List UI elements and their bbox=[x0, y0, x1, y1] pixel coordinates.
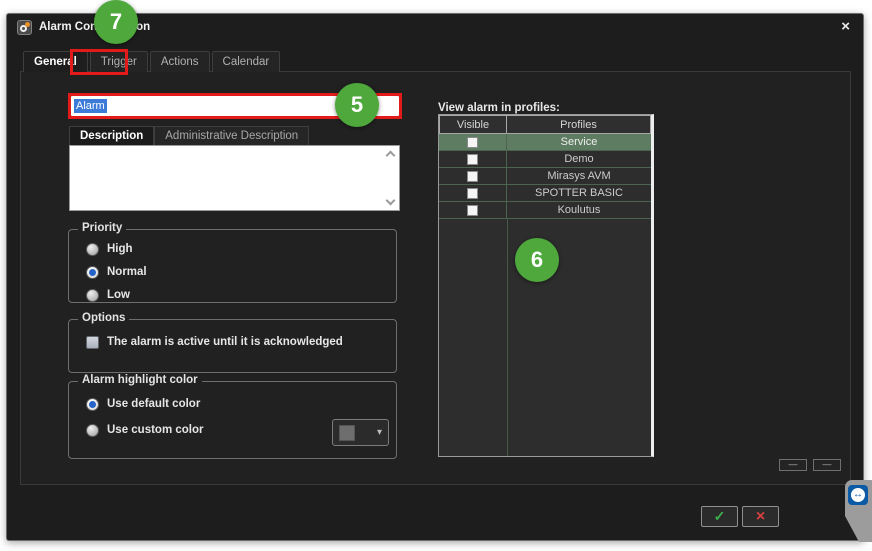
tab-general[interactable]: General bbox=[23, 51, 88, 72]
checkbox-alarm-active[interactable]: The alarm is active until it is acknowle… bbox=[86, 335, 343, 349]
check-icon: ✓ bbox=[714, 508, 726, 525]
double-arrow-icon: ↔ bbox=[851, 488, 865, 502]
radio-label: High bbox=[107, 243, 133, 255]
radio-label: Normal bbox=[107, 266, 147, 278]
gear-icon bbox=[17, 20, 32, 35]
small-button-2[interactable]: — bbox=[813, 459, 841, 471]
selected-text: Alarm bbox=[74, 99, 107, 113]
options-legend: Options bbox=[78, 312, 129, 324]
radio-icon[interactable] bbox=[86, 243, 99, 256]
radio-label: Low bbox=[107, 289, 130, 301]
checkbox-icon[interactable] bbox=[86, 336, 99, 349]
description-textarea[interactable] bbox=[69, 145, 400, 211]
tab-calendar[interactable]: Calendar bbox=[212, 51, 281, 72]
highlight-legend: Alarm highlight color bbox=[78, 374, 202, 386]
options-group: Options The alarm is active until it is … bbox=[68, 319, 397, 373]
color-swatch bbox=[339, 425, 355, 441]
cancel-button[interactable]: × bbox=[742, 506, 779, 527]
teamviewer-logo-icon: ↔ bbox=[848, 485, 868, 505]
annotation-badge-5: 5 bbox=[335, 83, 379, 127]
radio-label: Use custom color bbox=[107, 424, 204, 436]
profile-name: SPOTTER BASIC bbox=[507, 185, 651, 201]
radio-selected-icon[interactable] bbox=[86, 398, 99, 411]
visible-checkbox[interactable] bbox=[467, 137, 478, 148]
radio-priority-low[interactable]: Low bbox=[86, 288, 130, 302]
radio-label: Use default color bbox=[107, 398, 200, 410]
checkbox-label: The alarm is active until it is acknowle… bbox=[107, 336, 343, 348]
profile-name: Service bbox=[507, 134, 651, 150]
column-divider bbox=[507, 219, 508, 456]
custom-color-dropdown[interactable]: ▾ bbox=[332, 419, 389, 446]
tab-actions[interactable]: Actions bbox=[150, 51, 210, 72]
radio-priority-high[interactable]: High bbox=[86, 242, 133, 256]
radio-icon[interactable] bbox=[86, 424, 99, 437]
tab-trigger[interactable]: Trigger bbox=[90, 51, 148, 72]
alarm-configuration-dialog: Alarm Configuration × General Trigger Ac… bbox=[6, 13, 864, 541]
annotation-badge-7: 7 bbox=[94, 0, 138, 44]
tab-description[interactable]: Description bbox=[69, 126, 154, 145]
screenshot-page: Alarm Configuration × General Trigger Ac… bbox=[0, 0, 872, 551]
small-button-1[interactable]: — bbox=[779, 459, 807, 471]
chevron-down-icon: ▾ bbox=[377, 427, 382, 438]
visible-checkbox[interactable] bbox=[467, 205, 478, 216]
profile-name: Koulutus bbox=[507, 202, 651, 218]
visible-checkbox[interactable] bbox=[467, 171, 478, 182]
table-row-koulutus[interactable]: Koulutus bbox=[439, 202, 651, 219]
table-row-mirasys-avm[interactable]: Mirasys AVM bbox=[439, 168, 651, 185]
column-header-visible: Visible bbox=[439, 115, 507, 134]
profiles-table-header: Visible Profiles bbox=[439, 115, 651, 134]
visible-checkbox[interactable] bbox=[467, 154, 478, 165]
close-icon[interactable]: × bbox=[841, 19, 850, 34]
tab-administrative-description[interactable]: Administrative Description bbox=[154, 126, 309, 145]
description-tab-bar: Description Administrative Description bbox=[69, 126, 309, 145]
column-header-profiles: Profiles bbox=[506, 115, 651, 134]
radio-default-color[interactable]: Use default color bbox=[86, 397, 200, 411]
annotation-badge-6: 6 bbox=[515, 238, 559, 282]
radio-selected-icon[interactable] bbox=[86, 266, 99, 279]
table-row-spotter-basic[interactable]: SPOTTER BASIC bbox=[439, 185, 651, 202]
confirm-button[interactable]: ✓ bbox=[701, 506, 738, 527]
main-tab-bar: General Trigger Actions Calendar bbox=[23, 51, 280, 72]
profiles-label: View alarm in profiles: bbox=[438, 102, 560, 114]
orange-dot-icon bbox=[25, 22, 30, 27]
scroll-up-icon[interactable] bbox=[386, 151, 396, 161]
priority-legend: Priority bbox=[78, 222, 126, 234]
table-row-demo[interactable]: Demo bbox=[439, 151, 651, 168]
alarm-highlight-color-group: Alarm highlight color Use default color … bbox=[68, 381, 397, 459]
profiles-table: Visible Profiles Service Demo Mirasys AV… bbox=[438, 114, 654, 457]
radio-icon[interactable] bbox=[86, 289, 99, 302]
visible-checkbox[interactable] bbox=[467, 188, 478, 199]
cross-icon: × bbox=[756, 509, 765, 525]
priority-group: Priority High Normal Low bbox=[68, 229, 397, 303]
profile-name: Demo bbox=[507, 151, 651, 167]
radio-priority-normal[interactable]: Normal bbox=[86, 265, 147, 279]
profile-name: Mirasys AVM bbox=[507, 168, 651, 184]
table-row-service[interactable]: Service bbox=[439, 134, 651, 151]
scroll-down-icon[interactable] bbox=[386, 196, 396, 206]
radio-custom-color[interactable]: Use custom color bbox=[86, 423, 204, 437]
